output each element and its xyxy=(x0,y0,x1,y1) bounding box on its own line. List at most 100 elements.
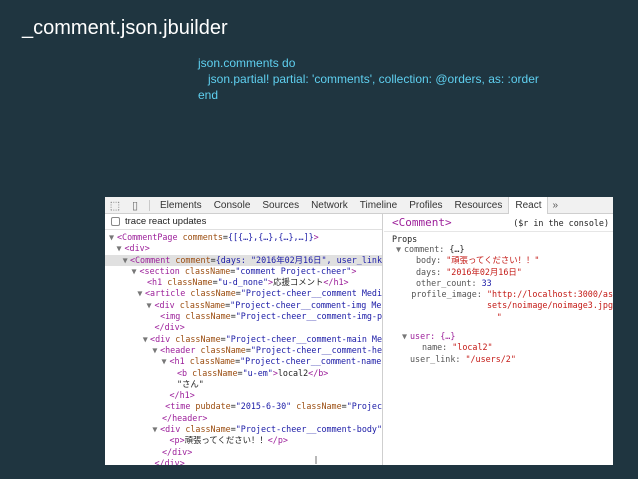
tree-node[interactable]: ▼ < div > xyxy=(105,243,382,254)
tree-node[interactable]: < img className = "Project-cheer__comment-i… xyxy=(105,311,382,322)
tree-token: CommentPage xyxy=(122,232,178,242)
expand-arrow-icon[interactable]: ▼ xyxy=(162,356,170,367)
tab-elements[interactable]: Elements xyxy=(154,197,208,214)
props-token: "http://localhost:3000/as xyxy=(486,289,613,300)
tree-node[interactable]: </div > xyxy=(105,447,382,458)
tree-token: className xyxy=(192,367,238,378)
tree-token: > xyxy=(179,322,185,333)
tree-node[interactable]: < p > 頑張ってください！！ </p > xyxy=(105,435,382,446)
tab-resources[interactable]: Resources xyxy=(449,197,509,214)
component-tree: ▼ < CommentPage comments = {[{…},{…},{…},…]}… xyxy=(105,230,382,465)
tree-token: > xyxy=(351,265,357,276)
tree-token: "さん" xyxy=(177,378,204,389)
prop-row[interactable]: body: "頑張ってください！！" xyxy=(392,255,613,266)
tree-node[interactable]: < b className = "u-em" > local2 </b > xyxy=(105,368,382,379)
tree-token: 頑張ってください！！ xyxy=(184,435,268,446)
tree-node[interactable]: ▼ < h1 className = "Project-cheer__comment-n… xyxy=(105,356,382,367)
props-token: "2016年02月16日" xyxy=(446,266,522,277)
tree-node[interactable]: ▼ < header className = "Project-cheer__comme… xyxy=(105,345,382,356)
prop-row[interactable]: days: "2016年02月16日" xyxy=(392,267,613,278)
tree-node[interactable]: </div > xyxy=(105,322,382,333)
props-token: " xyxy=(496,311,502,322)
expand-arrow-icon[interactable]: ▼ xyxy=(143,334,150,345)
arrow-placeholder xyxy=(408,312,416,323)
prop-row[interactable]: sets/noimage/noimage3.jpg xyxy=(392,300,613,311)
expand-arrow-icon[interactable]: ▼ xyxy=(132,266,140,277)
prop-row[interactable]: name: "local2" xyxy=(392,342,613,353)
tree-node[interactable]: ▼ < CommentPage comments = {[{…},{…},{…},…]}… xyxy=(105,232,382,243)
props-token: name: xyxy=(422,342,453,353)
tree-token: </ xyxy=(162,446,173,457)
props-token: "/users/2" xyxy=(465,353,516,364)
code-line-2: json.partial! partial: 'comments', colle… xyxy=(198,72,539,86)
props-token: user: xyxy=(410,331,441,342)
tree-node[interactable]: < time pubdate = "2015-6-30" className = "Pro… xyxy=(105,401,382,412)
tree-node[interactable]: ▼ < Comment comment = {days: "2016年02月16日", … xyxy=(105,254,382,266)
inspect-icon[interactable]: ⬚ xyxy=(105,197,125,214)
more-tabs-icon[interactable]: » xyxy=(548,200,562,211)
props-token: body: xyxy=(416,255,447,266)
expand-arrow-icon[interactable]: ▼ xyxy=(152,345,160,356)
tree-node[interactable]: ▼ < section className = "comment Project-che… xyxy=(105,266,382,277)
expand-arrow-icon[interactable]: ▼ xyxy=(152,424,160,435)
tab-sources[interactable]: Sources xyxy=(256,197,305,214)
prop-row[interactable]: user_link: "/users/2" xyxy=(392,354,613,365)
tree-token: </ xyxy=(154,322,165,333)
tree-node[interactable]: < h1 className = "u-d_none" > 応援コメント </h1 > xyxy=(105,277,382,288)
props-spacer xyxy=(392,323,613,331)
expand-arrow-icon[interactable]: ▼ xyxy=(402,331,410,342)
prop-row[interactable]: profile_image: "http://localhost:3000/as xyxy=(392,289,613,300)
props-list: ▼ comment: {…} body: "頑張ってください！！" days: "20… xyxy=(384,244,613,365)
tree-node[interactable]: </h1 > xyxy=(105,390,382,401)
tree-node[interactable]: ▼ < div className = "Project-cheer__comment-… xyxy=(105,424,382,435)
tab-profiles[interactable]: Profiles xyxy=(403,197,448,214)
prop-row[interactable]: other_count: 33 xyxy=(392,278,613,289)
trace-checkbox[interactable] xyxy=(111,217,120,226)
tree-node[interactable]: </div > xyxy=(105,458,382,465)
tab-network[interactable]: Network xyxy=(305,197,354,214)
expand-arrow-icon[interactable]: ▼ xyxy=(117,243,125,254)
tree-token: </ xyxy=(162,412,173,423)
expand-arrow-icon[interactable]: ▼ xyxy=(123,255,130,266)
trace-react-updates[interactable]: trace react updates xyxy=(105,214,382,230)
prop-row[interactable]: " xyxy=(392,312,613,323)
tree-token: "Projec xyxy=(346,401,382,412)
tree-token: className xyxy=(185,424,231,435)
tree-node[interactable]: </header > xyxy=(105,413,382,424)
tree-node[interactable]: ▼ < div className = "Project-cheer__comment-… xyxy=(105,334,382,345)
component-tree-pane: trace react updates ▼ < CommentPage commen… xyxy=(105,214,383,465)
tree-token: </ xyxy=(154,457,165,465)
tree-node[interactable]: ▼ < article className = "Project-cheer__comm… xyxy=(105,288,382,299)
tree-node[interactable]: "さん" xyxy=(105,379,382,390)
tab-console[interactable]: Console xyxy=(208,197,257,214)
tree-token: className xyxy=(179,299,226,310)
expand-arrow-icon[interactable]: ▼ xyxy=(147,300,155,311)
expand-arrow-icon[interactable]: ▼ xyxy=(109,232,117,243)
tab-react[interactable]: React xyxy=(508,197,549,214)
tree-token: > xyxy=(313,232,319,242)
tree-token: "Project-cheer__comment-name xyxy=(240,356,382,367)
device-mode-icon[interactable]: ▯ xyxy=(125,197,145,214)
expand-arrow-icon[interactable]: ▼ xyxy=(137,288,145,299)
tree-token: local2 xyxy=(277,367,309,378)
prop-row[interactable]: ▼ user: {…} xyxy=(392,331,613,342)
prop-row[interactable]: ▼ comment: {…} xyxy=(392,244,613,255)
tree-node[interactable]: ▼ < div className = "Project-cheer__comment-… xyxy=(105,300,382,311)
tree-token: > xyxy=(144,243,150,254)
expand-arrow-icon[interactable]: ▼ xyxy=(396,244,404,255)
tab-timeline[interactable]: Timeline xyxy=(354,197,403,214)
tree-token: h1 xyxy=(179,390,190,401)
tree-token: "u-em" xyxy=(242,367,273,378)
